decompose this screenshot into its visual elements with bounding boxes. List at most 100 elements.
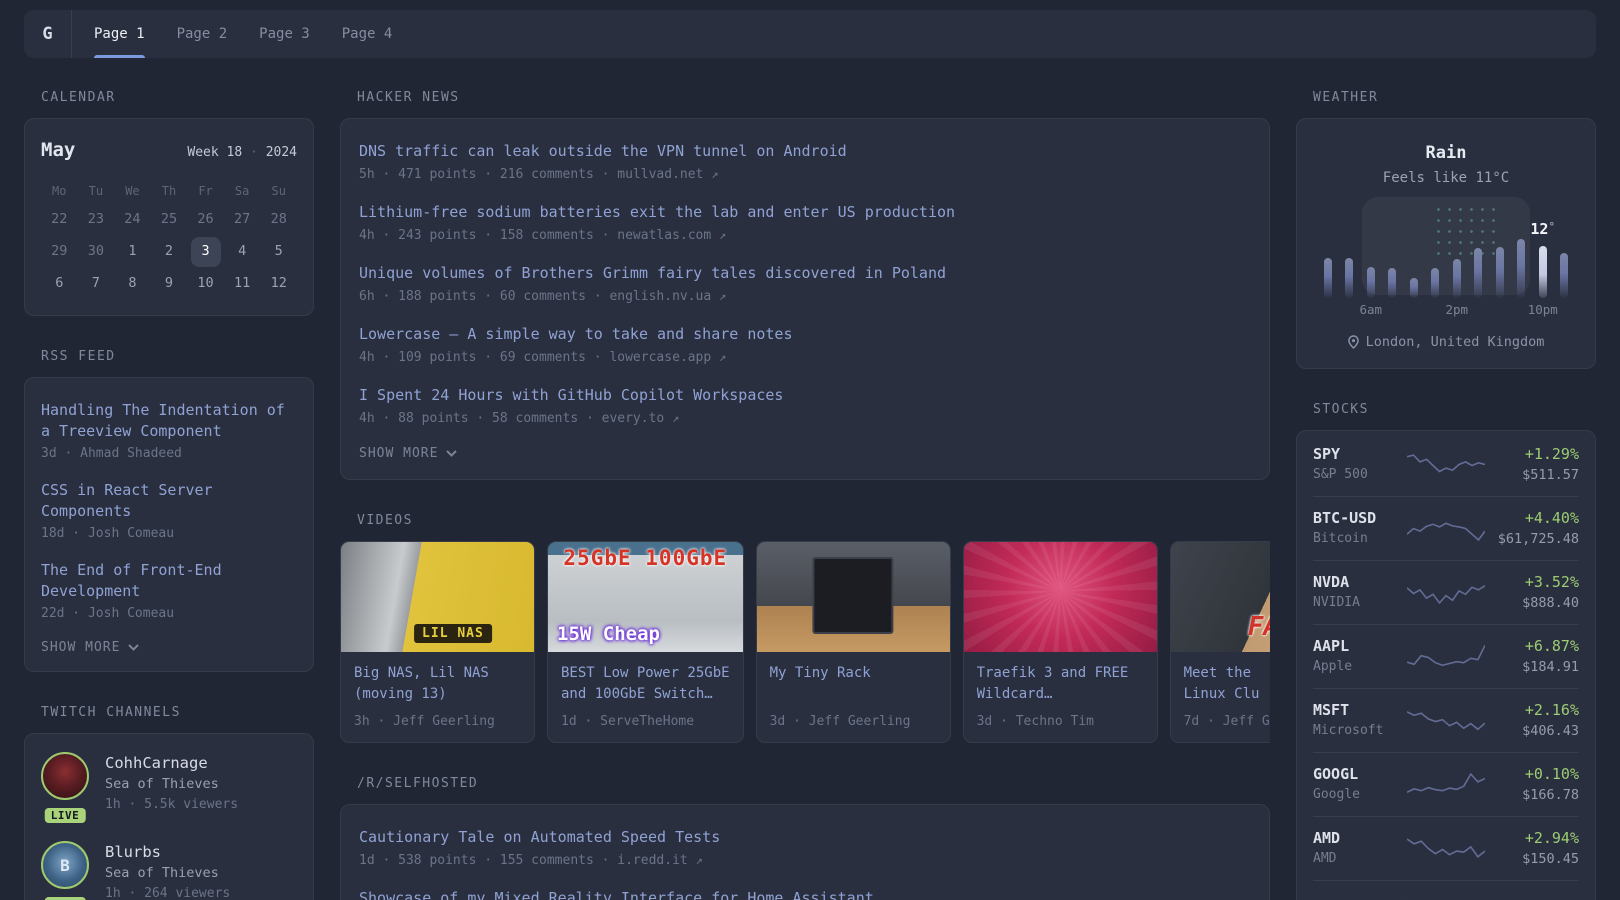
stock-symbol: NVDA [1313,573,1350,591]
channel-meta: 1h · 264 viewers [105,886,231,900]
thumbnail-text: LIL NAS [414,624,492,643]
calendar-day-header: Fr [198,184,213,198]
videos-title: VIDEOS [357,513,413,528]
stock-price: $184.91 [1522,659,1579,675]
stock-symbol: RDDT [1313,897,1397,900]
tab-page-1[interactable]: Page 1 [94,10,145,58]
hour-axis-label: 2pm [1445,302,1469,317]
twitch-section: TWITCH CHANNELS LIVE CohhCarnage Sea of … [24,705,314,900]
rss-show-more-button[interactable]: SHOW MORE [41,640,297,655]
video-thumbnail[interactable]: 25GbE 100GbE 15W Cheap [548,542,743,652]
temperature-bar [1431,268,1440,298]
app-logo[interactable]: G [24,10,72,58]
calendar-day-header: Sa [234,184,250,198]
calendar-day: 8 [128,275,137,291]
reddit-item-link[interactable]: Cautionary Tale on Automated Speed Tests [359,827,1251,848]
twitch-title: TWITCH CHANNELS [41,705,181,720]
calendar-day: 23 [87,211,104,227]
temperature-bar [1474,248,1483,298]
stock-row[interactable]: GOOGL Google +0.10% $166.78 [1313,752,1579,816]
twitch-channel-row[interactable]: B LIVE Blurbs Sea of Thieves 1h · 264 vi… [41,841,297,900]
stock-price: $150.45 [1522,851,1579,867]
stock-row[interactable]: AAPL Apple +6.87% $184.91 [1313,624,1579,688]
stock-sparkline [1407,453,1485,472]
stock-sparkline [1407,837,1485,858]
stock-row[interactable]: RDDT -1.65% [1313,880,1579,900]
stock-row[interactable]: MSFT Microsoft +2.16% $406.43 [1313,688,1579,752]
hn-item-meta: 4h · 88 points · 58 comments · every.to … [359,411,680,426]
rss-item-link[interactable]: CSS in React Server Components [41,480,297,522]
stock-row[interactable]: SPY S&P 500 +1.29% $511.57 [1313,433,1579,496]
hn-show-more-button[interactable]: SHOW MORE [359,446,1251,461]
video-card[interactable]: FAS Meet the Linux Clu 7d · Jeff Geerlin… [1169,541,1270,743]
external-link-icon: ↗ [719,289,727,303]
video-title[interactable]: Traefik 3 and FREE Wildcard… [977,663,1144,705]
external-link-icon: ↗ [719,228,727,242]
weather-feels-like: Feels like 11°C [1382,170,1510,186]
reddit-item-link[interactable]: Showcase of my Mixed Reality Interface f… [359,888,1251,900]
rss-item-meta: 3d · Ahmad Shadeed [41,446,182,461]
stock-name: Microsoft [1313,723,1384,738]
video-thumbnail[interactable]: LIL NAS [341,542,534,652]
tab-page-3[interactable]: Page 3 [259,10,310,58]
calendar-day: 30 [87,243,104,259]
video-meta: 3h · Jeff Geerling [354,714,495,729]
video-card[interactable]: LIL NAS Big NAS, Lil NAS (moving 13) 3h … [340,541,535,743]
calendar-month: May [41,139,76,161]
channel-name[interactable]: Blurbs [105,841,230,863]
temperature-bar [1452,259,1461,298]
stock-row[interactable]: NVDA NVIDIA +3.52% $888.40 [1313,560,1579,624]
weather-hour-column [1382,206,1404,298]
hour-axis-label: 6am [1359,302,1383,317]
rss-item-link[interactable]: The End of Front-End Development [41,560,297,602]
separator-dot: · [250,145,258,160]
hn-item: I Spent 24 Hours with GitHub Copilot Wor… [359,385,1251,429]
rss-section: RSS FEED Handling The Indentation of a T… [24,349,314,672]
videos-row: LIL NAS Big NAS, Lil NAS (moving 13) 3h … [340,541,1270,743]
channel-name[interactable]: CohhCarnage [105,752,238,774]
hn-item-link[interactable]: Lithium-free sodium batteries exit the l… [359,202,1251,223]
video-title[interactable]: Big NAS, Lil NAS (moving 13) [354,663,521,705]
rss-item-link[interactable]: Handling The Indentation of a Treeview C… [41,400,297,442]
video-thumbnail[interactable] [963,542,1157,652]
tab-page-4[interactable]: Page 4 [342,10,393,58]
hackernews-widget: DNS traffic can leak outside the VPN tun… [340,118,1270,480]
hn-item-link[interactable]: I Spent 24 Hours with GitHub Copilot Wor… [359,385,1251,406]
video-meta: 1d · ServeTheHome [561,714,695,729]
hn-item: DNS traffic can leak outside the VPN tun… [359,141,1251,185]
weather-widget: Rain Feels like 11°C 6am 2pm 12° 10pm Londo… [1296,118,1596,369]
hn-item-link[interactable]: Lowercase – A simple way to take and sha… [359,324,1251,345]
stock-symbol: MSFT [1313,701,1350,719]
video-card[interactable]: Traefik 3 and FREE Wildcard… 3d · Techno… [962,541,1158,743]
stock-row[interactable]: AMD AMD +2.94% $150.45 [1313,816,1579,880]
right-column: WEATHER Rain Feels like 11°C 6am 2pm 12° 10… [1296,58,1596,900]
external-link-icon: ↗ [711,167,719,181]
hn-item-link[interactable]: DNS traffic can leak outside the VPN tun… [359,141,1251,162]
stock-sparkline [1407,899,1408,900]
weather-condition: Rain [1425,143,1467,163]
video-thumbnail[interactable] [756,542,950,652]
temperature-bar-current [1538,246,1547,298]
stock-row[interactable]: BTC-USD Bitcoin +4.40% $61,725.48 [1313,496,1579,560]
stock-symbol: GOOGL [1313,765,1359,783]
stock-symbol: AAPL [1313,637,1350,655]
channel-game: Sea of Thieves [105,865,219,881]
hn-item-meta: 4h · 243 points · 158 comments · newatla… [359,228,727,243]
calendar-day: 24 [124,211,141,227]
video-title[interactable]: Meet the Linux Clu [1184,663,1270,705]
video-thumbnail[interactable]: FAS [1170,542,1270,652]
tab-page-2[interactable]: Page 2 [177,10,228,58]
video-card[interactable]: My Tiny Rack 3d · Jeff Geerling [755,541,951,743]
video-title[interactable]: My Tiny Rack [770,663,937,705]
external-link-icon: ↗ [719,350,727,364]
video-meta: 7d · Jeff Geerling [1183,714,1270,729]
twitch-channel-row[interactable]: LIVE CohhCarnage Sea of Thieves 1h · 5.5… [41,752,297,823]
calendar-day-header: We [125,184,140,198]
hn-item: Lithium-free sodium batteries exit the l… [359,202,1251,246]
hn-item-meta: 5h · 471 points · 216 comments · mullvad… [359,167,719,182]
hn-item-link[interactable]: Unique volumes of Brothers Grimm fairy t… [359,263,1251,284]
stock-change: +6.87% [1524,637,1579,655]
hour-axis-label: 10pm [1527,302,1558,317]
video-card[interactable]: 25GbE 100GbE 15W Cheap BEST Low Power 25… [547,541,744,743]
video-title[interactable]: BEST Low Power 25GbE and 100GbE Switch… [561,663,730,705]
